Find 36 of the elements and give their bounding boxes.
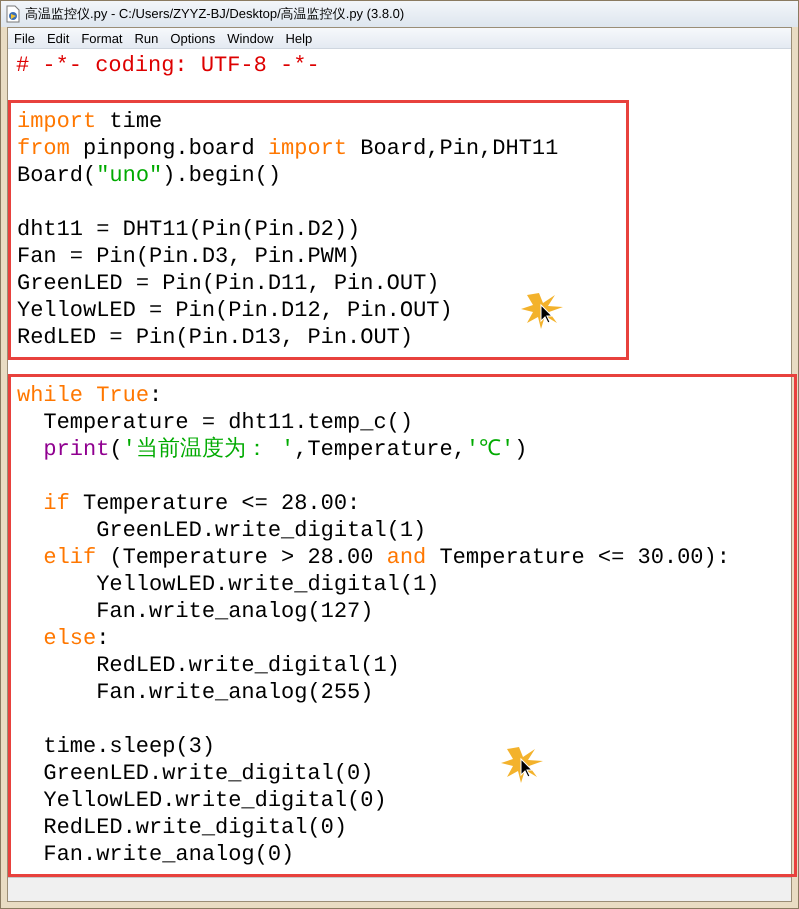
- code-line: elif (Temperature > 28.00 and Temperature <= 30.00):: [43, 545, 730, 570]
- code-line: RedLED = Pin(Pin.D13, Pin.OUT): [17, 325, 414, 350]
- code-line: YellowLED.write_digital(0): [43, 788, 387, 814]
- menu-item[interactable]: Edit: [46, 28, 70, 48]
- menu-item[interactable]: Format: [81, 28, 123, 48]
- code-line: while True:: [17, 383, 162, 408]
- menu-item[interactable]: Run: [134, 28, 158, 48]
- code-line: print('当前温度为： ',Temperature,'℃'): [43, 437, 528, 462]
- app-icon: [5, 5, 21, 24]
- window-title: 高温监控仪.py - C:/Users/ZYYZ-BJ/Desktop/高温监控仪.py (3.8.0): [25, 5, 404, 24]
- code-line: if Temperature <= 28.00:: [43, 491, 360, 516]
- code-line: Fan.write_analog(255): [96, 680, 374, 706]
- menu-item[interactable]: File: [14, 28, 35, 48]
- code-line: from pinpong.board import Board,Pin,DHT11: [17, 136, 558, 162]
- code-line: Fan.write_analog(127): [96, 599, 374, 624]
- code-line: RedLED.write_digital(0): [43, 815, 348, 840]
- code-line: Temperature = dht11.temp_c(): [43, 410, 414, 436]
- click-cursor-icon: [521, 291, 565, 331]
- code-line: else:: [43, 626, 110, 652]
- menu-item[interactable]: Help: [285, 28, 312, 48]
- code-line: GreenLED.write_digital(0): [43, 761, 374, 786]
- code-line: dht11 = DHT11(Pin(Pin.D2)): [17, 217, 360, 242]
- code-line: GreenLED = Pin(Pin.D11, Pin.OUT): [17, 271, 440, 296]
- code-line: YellowLED.write_digital(1): [96, 572, 440, 598]
- code-line: Board("uno").begin(): [17, 163, 282, 188]
- code-line: import time: [17, 109, 162, 134]
- code-line: time.sleep(3): [43, 734, 216, 760]
- code-line: GreenLED.write_digital(1): [96, 518, 426, 544]
- menu-item[interactable]: Options: [170, 28, 216, 48]
- click-cursor-icon: [501, 745, 545, 785]
- code-line: YellowLED = Pin(Pin.D12, Pin.OUT): [17, 298, 453, 324]
- code-line: Fan = Pin(Pin.D3, Pin.PWM): [17, 244, 360, 270]
- code-line: # -*- coding: UTF-8 -*-: [16, 53, 320, 78]
- code-line: RedLED.write_digital(1): [96, 653, 400, 678]
- menu-item[interactable]: Window: [227, 28, 274, 48]
- code-line: Fan.write_analog(0): [43, 842, 294, 868]
